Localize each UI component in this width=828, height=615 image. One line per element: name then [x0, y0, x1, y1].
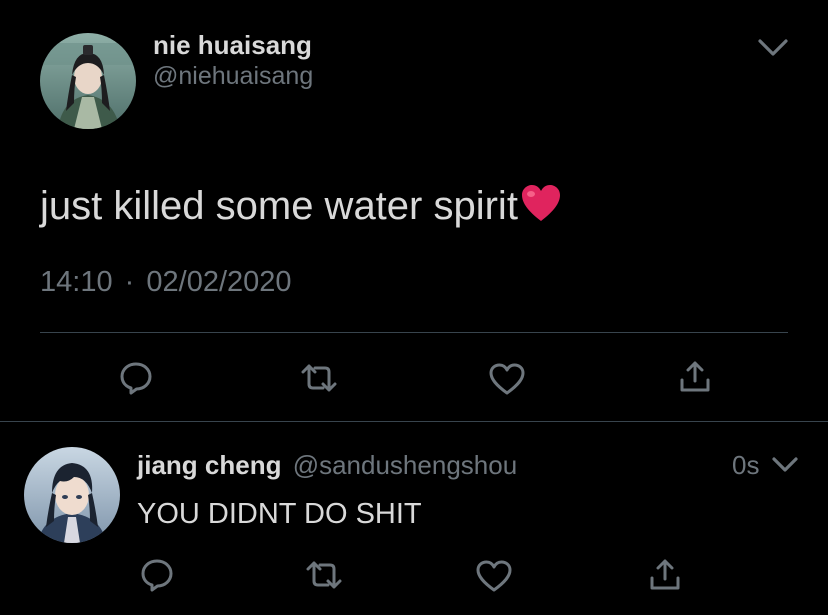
- reply-header: jiang cheng @sandushengshou: [137, 449, 517, 481]
- reply-chevron-down-icon[interactable]: [771, 455, 799, 475]
- reply-author-avatar[interactable]: [24, 447, 120, 543]
- tweet-text-content: just killed some water spirit: [40, 184, 518, 228]
- reply-author-handle[interactable]: @sandushengshou: [293, 450, 517, 480]
- timestamp-separator: ·: [124, 266, 135, 298]
- reply-action-reply-icon[interactable]: [139, 557, 175, 593]
- author-name[interactable]: nie huaisang: [153, 30, 312, 60]
- author-handle[interactable]: @niehuaisang: [153, 62, 313, 90]
- reply-action-retweet-icon[interactable]: [304, 559, 344, 591]
- chevron-down-icon[interactable]: [757, 37, 789, 59]
- reply-author-name[interactable]: jiang cheng: [137, 450, 281, 480]
- reply-text: YOU DIDNT DO SHIT: [137, 498, 422, 530]
- share-icon[interactable]: [678, 358, 712, 394]
- reply-timestamp: 0s: [732, 450, 760, 480]
- tweet-time: 14:10: [40, 266, 113, 298]
- reply-action-share-icon[interactable]: [648, 556, 682, 592]
- heart-emoji: [520, 183, 562, 236]
- heart-icon[interactable]: [488, 362, 526, 396]
- reply-icon[interactable]: [118, 360, 154, 396]
- tweet-date[interactable]: 02/02/2020: [146, 266, 291, 298]
- tweet-timestamp: 14:10 · 02/02/2020: [40, 265, 292, 299]
- author-avatar[interactable]: [40, 33, 136, 129]
- stats-divider: [40, 332, 788, 333]
- retweet-icon[interactable]: [299, 362, 339, 394]
- reply-action-heart-icon[interactable]: [475, 559, 513, 593]
- thread-divider: [0, 421, 828, 422]
- tweet-text: just killed some water spirit: [40, 182, 562, 236]
